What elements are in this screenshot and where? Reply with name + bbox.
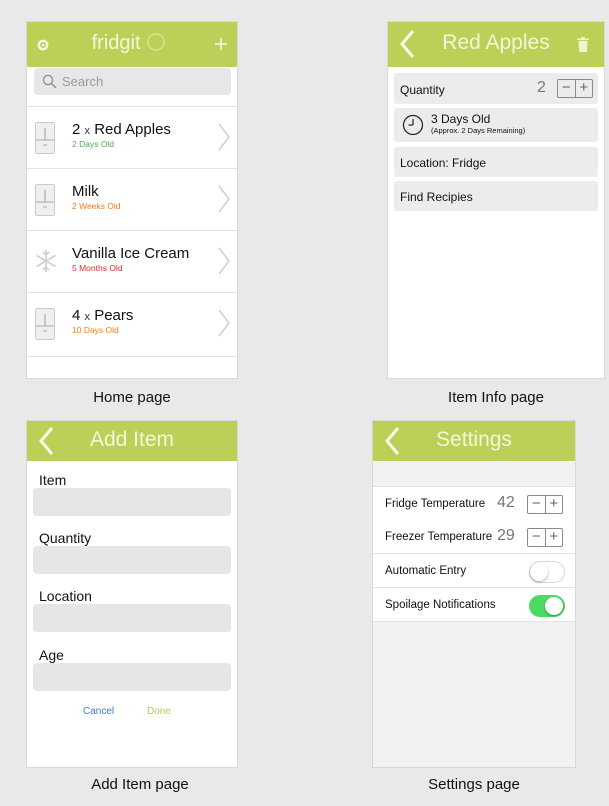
fridge-icon: [35, 184, 55, 216]
increment-button[interactable]: +: [546, 529, 563, 546]
item-name: 2 x Red Apples: [72, 121, 171, 138]
automatic-entry-toggle[interactable]: [529, 561, 565, 583]
app-title-text: fridgit: [91, 32, 141, 54]
spoilage-notifications-toggle[interactable]: [529, 595, 565, 617]
spoilage-notifications-row: Spoilage Notifications: [373, 588, 575, 622]
list-item[interactable]: Milk 2 Weeks Old: [27, 168, 237, 231]
fridge-temperature-label: Fridge Temperature: [385, 498, 486, 510]
location-text: Location: Fridge: [400, 156, 487, 170]
list-item[interactable]: 4 x Pears 10 Days Old: [27, 292, 237, 355]
snowflake-icon: [36, 250, 56, 272]
chevron-right-icon: [218, 123, 230, 151]
location-field[interactable]: [33, 604, 231, 632]
quantity-label: Quantity: [39, 530, 92, 546]
location-label: Location: [39, 588, 92, 604]
decrement-button[interactable]: −: [528, 529, 546, 546]
toggle-knob: [545, 597, 563, 615]
item-info-screen: Red Apples Quantity 2 − + 3 Days Old (Ap…: [388, 22, 604, 378]
item-info-navbar: Red Apples: [388, 22, 604, 67]
add-icon[interactable]: [214, 37, 228, 51]
home-caption: Home page: [93, 389, 171, 406]
toggle-knob: [530, 563, 548, 581]
location-row[interactable]: Location: Fridge: [394, 147, 598, 177]
fridge-icon: [35, 122, 55, 154]
add-item-screen: Add Item Item Quantity Location Age Canc…: [27, 421, 237, 767]
chevron-right-icon: [218, 185, 230, 213]
cancel-button[interactable]: Cancel: [83, 706, 114, 717]
quantity-row: Quantity 2 − +: [394, 73, 598, 104]
increment-button[interactable]: +: [546, 496, 563, 513]
search-placeholder: Search: [62, 74, 104, 89]
fridge-temperature-stepper[interactable]: − +: [527, 495, 563, 514]
item-field[interactable]: [33, 488, 231, 516]
home-screen: fridgit Search 2 x Red Apples 2 Days Old: [27, 22, 237, 378]
add-item-title: Add Item: [89, 428, 175, 451]
freezer-temperature-label: Freezer Temperature: [385, 531, 493, 543]
quantity-field[interactable]: [33, 546, 231, 574]
age-main: 3 Days Old: [431, 112, 491, 126]
find-recipes-text: Find Recipies: [400, 190, 473, 204]
age-row: 3 Days Old (Approx. 2 Days Remaining): [394, 108, 598, 142]
item-name: Vanilla Ice Cream: [72, 245, 190, 262]
app-title: fridgit: [27, 31, 237, 55]
freezer-temperature-row: Freezer Temperature 29 − +: [373, 520, 575, 554]
age-label: Age: [39, 647, 64, 663]
trash-icon[interactable]: [577, 37, 589, 52]
item-name: Milk: [72, 183, 99, 200]
age-field[interactable]: [33, 663, 231, 691]
automatic-entry-label: Automatic Entry: [385, 565, 467, 577]
age-sub: (Approx. 2 Days Remaining): [431, 126, 526, 135]
fridge-temperature-row: Fridge Temperature 42 − +: [373, 486, 575, 521]
chevron-right-icon: [218, 247, 230, 275]
item-age: 10 Days Old: [72, 325, 119, 335]
quantity-stepper[interactable]: − +: [557, 79, 593, 98]
list-item[interactable]: 2 x Red Apples 2 Days Old: [27, 106, 237, 169]
list-item[interactable]: Vanilla Ice Cream 5 Months Old: [27, 230, 237, 293]
item-age: 2 Days Old: [72, 139, 115, 149]
freezer-temperature-stepper[interactable]: − +: [527, 528, 563, 547]
done-button[interactable]: Done: [147, 706, 171, 717]
sync-circle-icon: [147, 33, 166, 51]
quantity-label: Quantity: [400, 83, 445, 97]
settings-caption: Settings page: [428, 776, 520, 793]
decrement-button[interactable]: −: [558, 80, 576, 97]
add-item-navbar: Add Item: [27, 421, 237, 461]
decrement-button[interactable]: −: [528, 496, 546, 513]
find-recipes-row[interactable]: Find Recipies: [394, 181, 598, 211]
automatic-entry-row: Automatic Entry: [373, 554, 575, 588]
list-divider: [27, 356, 237, 357]
fridge-icon: [35, 308, 55, 340]
item-age: 5 Months Old: [72, 263, 123, 273]
spoilage-notifications-label: Spoilage Notifications: [385, 599, 496, 611]
home-navbar: fridgit: [27, 22, 237, 67]
item-info-caption: Item Info page: [448, 389, 544, 406]
add-item-caption: Add Item page: [91, 776, 189, 793]
fridge-temperature-value: 42: [497, 494, 515, 511]
clock-icon: [402, 114, 424, 136]
search-input[interactable]: Search: [34, 68, 231, 95]
item-label: Item: [39, 472, 67, 488]
quantity-value: 2: [537, 79, 546, 96]
chevron-right-icon: [218, 309, 230, 337]
freezer-temperature-value: 29: [497, 527, 515, 544]
increment-button[interactable]: +: [576, 80, 593, 97]
item-age: 2 Weeks Old: [72, 201, 121, 211]
settings-title: Settings: [436, 428, 512, 451]
search-icon: [42, 74, 57, 89]
item-name: 4 x Pears: [72, 307, 134, 324]
settings-screen: Settings Fridge Temperature 42 − + Freez…: [373, 421, 575, 767]
settings-navbar: Settings: [373, 421, 575, 461]
item-info-title: Red Apples: [442, 31, 550, 54]
